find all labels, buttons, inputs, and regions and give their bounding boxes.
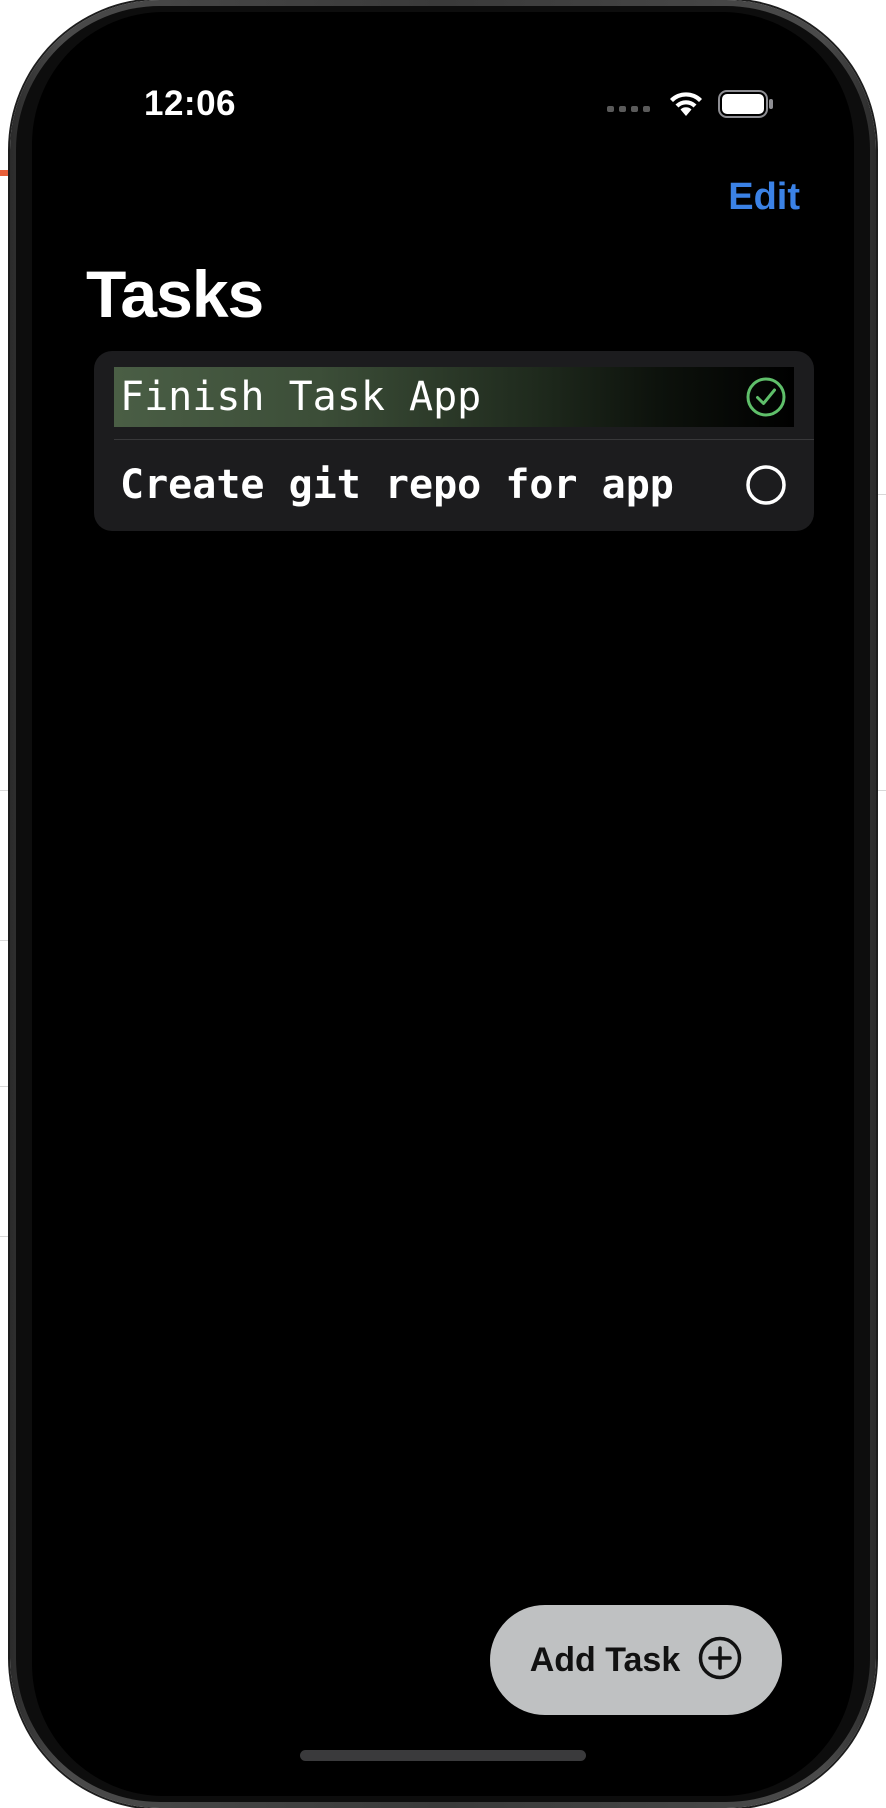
edit-button[interactable]: Edit xyxy=(728,176,800,219)
home-indicator xyxy=(300,1750,586,1761)
phone-frame: 12:06 Edit Tasks Finish Task App Create … xyxy=(10,0,876,1808)
plus-circle-icon xyxy=(698,1636,742,1685)
task-label: Finish Task App xyxy=(120,374,482,420)
checkmark-circle-icon[interactable] xyxy=(746,377,786,417)
add-task-label: Add Task xyxy=(529,1640,681,1679)
task-row[interactable]: Create git repo for app xyxy=(114,455,794,515)
empty-circle-icon[interactable] xyxy=(746,465,786,505)
status-time: 12:06 xyxy=(144,84,237,123)
task-label: Create git repo for app xyxy=(120,462,674,508)
task-row[interactable]: Finish Task App xyxy=(114,367,794,427)
add-task-button[interactable]: Add Task xyxy=(490,1605,782,1715)
status-indicators xyxy=(607,90,774,118)
phone-screen: 12:06 Edit Tasks Finish Task App Create … xyxy=(32,12,854,1796)
battery-icon xyxy=(718,90,774,118)
simulator-window: 12:06 Edit Tasks Finish Task App Create … xyxy=(0,0,886,1808)
page-title: Tasks xyxy=(86,257,264,331)
cellular-signal-icon xyxy=(607,106,650,112)
task-list: Finish Task App Create git repo for app xyxy=(94,351,814,531)
wifi-icon xyxy=(668,90,704,118)
row-divider xyxy=(114,439,814,440)
